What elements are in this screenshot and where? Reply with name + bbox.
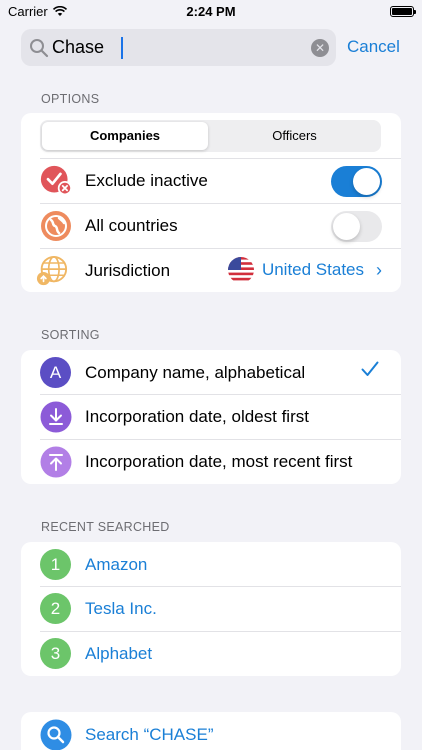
exclude-inactive-toggle[interactable]	[331, 166, 382, 197]
cancel-button[interactable]: Cancel	[347, 37, 400, 57]
recent-item-label: Amazon	[85, 555, 148, 574]
sorting-header: SORTING	[41, 328, 100, 342]
search-action-card: Search “CHASE”	[21, 712, 401, 750]
segment-companies[interactable]: Companies	[42, 122, 208, 150]
globe-pin-icon	[36, 255, 68, 286]
us-flag-icon	[227, 257, 254, 283]
recent-item[interactable]: 1 Amazon	[21, 542, 401, 587]
recent-item-label: Tesla Inc.	[85, 599, 157, 618]
text-caret	[121, 37, 123, 59]
jurisdiction-country: United States	[261, 260, 364, 279]
jurisdiction-value[interactable]: United States ›	[227, 257, 382, 283]
clear-search-button[interactable]: ✕	[311, 39, 329, 57]
sort-option-label: Incorporation date, most recent first	[85, 452, 353, 471]
search-field[interactable]: ✕	[21, 29, 336, 66]
search-row: ✕ Cancel	[21, 29, 422, 66]
magnifier-icon	[40, 719, 72, 750]
all-countries-label: All countries	[85, 216, 178, 235]
recent-header: RECENT SEARCHED	[41, 520, 170, 534]
companies-officers-segmented-control: Companies Officers	[40, 120, 381, 152]
check-x-icon	[40, 165, 72, 196]
status-time: 2:24 PM	[186, 4, 236, 19]
search-input[interactable]	[52, 35, 302, 60]
globe-icon	[41, 211, 71, 241]
sorting-card: A Company name, alphabetical Incorporati…	[21, 350, 401, 484]
all-countries-toggle[interactable]	[331, 211, 382, 242]
status-bar: Carrier 2:24 PM	[0, 0, 422, 24]
recent-item[interactable]: 3 Alphabet	[21, 631, 401, 676]
magnifier-icon	[30, 39, 49, 58]
number-3-icon: 3	[40, 638, 71, 669]
battery-icon	[390, 6, 416, 17]
all-countries-row: All countries	[21, 203, 401, 248]
exclude-inactive-label: Exclude inactive	[85, 171, 208, 190]
recent-item[interactable]: 2 Tesla Inc.	[21, 586, 401, 631]
number-1-icon: 1	[40, 549, 71, 580]
sort-option-most-recent[interactable]: Incorporation date, most recent first	[21, 439, 401, 484]
search-action-label: Search “CHASE”	[85, 725, 214, 744]
sort-option-label: Incorporation date, oldest first	[85, 407, 309, 426]
segment-row: Companies Officers	[21, 113, 401, 158]
recent-item-label: Alphabet	[85, 644, 153, 663]
options-header: OPTIONS	[41, 92, 100, 106]
checkmark-icon	[361, 361, 379, 376]
sort-option-label: Company name, alphabetical	[85, 363, 306, 382]
upload-arrow-icon	[40, 446, 72, 478]
sort-option-oldest[interactable]: Incorporation date, oldest first	[21, 394, 401, 439]
number-2-icon: 2	[40, 593, 71, 624]
sort-option-alphabetical[interactable]: A Company name, alphabetical	[21, 350, 401, 395]
segment-officers[interactable]: Officers	[210, 122, 379, 150]
exclude-inactive-row: Exclude inactive	[21, 158, 401, 203]
download-arrow-icon	[40, 401, 72, 433]
jurisdiction-row[interactable]: Jurisdiction United States ›	[21, 248, 401, 292]
options-card: Companies Officers Exclude inactive All …	[21, 113, 401, 292]
recent-card: 1 Amazon 2 Tesla Inc. 3 Alphabet	[21, 542, 401, 676]
letter-a-icon: A	[40, 357, 71, 388]
search-action-row[interactable]: Search “CHASE”	[21, 712, 401, 750]
jurisdiction-label: Jurisdiction	[85, 261, 171, 280]
chevron-right-icon: ›	[376, 259, 382, 280]
